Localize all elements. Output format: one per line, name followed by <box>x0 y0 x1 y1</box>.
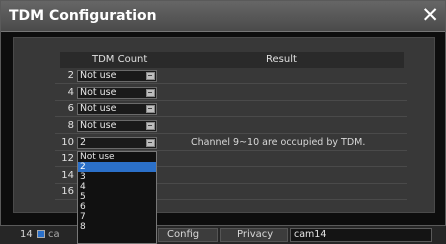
dropdown-arrow-icon[interactable] <box>146 122 155 130</box>
dropdown-option[interactable]: 3 <box>78 172 156 182</box>
tdm-count-select[interactable]: 2 <box>77 137 157 149</box>
dropdown-option[interactable]: 4 <box>78 182 156 192</box>
select-value: Not use <box>80 70 117 81</box>
dropdown-option-selected[interactable]: 2 <box>78 162 156 172</box>
camera-label: ca <box>48 229 60 240</box>
tdm-count-select[interactable]: Not use <box>77 87 157 99</box>
dropdown-arrow-icon[interactable] <box>146 89 155 97</box>
header-tdm-count: TDM Count <box>92 54 148 65</box>
dropdown-option[interactable]: Not use <box>78 152 156 162</box>
table-row: 4 Not use <box>55 86 407 101</box>
camera-number: 14 <box>20 229 33 240</box>
row-number: 6 <box>67 103 74 114</box>
tdm-count-select[interactable]: Not use <box>77 70 157 82</box>
camera-checkbox[interactable] <box>37 230 45 238</box>
tdm-count-dropdown-list[interactable]: Not use 2 3 4 5 6 7 8 <box>77 151 157 244</box>
table-row: 2 Not use <box>55 69 407 84</box>
dropdown-option[interactable]: 8 <box>78 222 156 232</box>
dropdown-option[interactable]: 5 <box>78 192 156 202</box>
config-button[interactable]: Config <box>158 228 218 242</box>
table-row: 10 2 Channel 9~10 are occupied by TDM. <box>55 136 407 151</box>
row-number: 12 <box>61 153 74 164</box>
close-icon[interactable]: ✕ <box>421 4 439 26</box>
result-text: Channel 9~10 are occupied by TDM. <box>191 137 366 148</box>
select-value: Not use <box>80 120 117 131</box>
select-value: 2 <box>80 137 87 148</box>
row-number: 16 <box>61 186 74 197</box>
title-bar: TDM Configuration ✕ <box>1 1 445 32</box>
select-value: Not use <box>80 103 117 114</box>
row-number: 10 <box>61 137 74 148</box>
table-row: 6 Not use <box>55 102 407 117</box>
dropdown-option[interactable]: 7 <box>78 212 156 222</box>
table-row: 8 Not use <box>55 119 407 134</box>
dropdown-option[interactable]: 6 <box>78 202 156 212</box>
window-title: TDM Configuration <box>9 8 157 24</box>
camera-name-input[interactable]: cam14 <box>290 228 432 242</box>
row-number: 2 <box>67 70 74 81</box>
privacy-button[interactable]: Privacy <box>220 228 288 242</box>
tdm-count-select[interactable]: Not use <box>77 120 157 132</box>
row-number: 4 <box>67 87 74 98</box>
dropdown-arrow-icon[interactable] <box>146 139 155 147</box>
dropdown-arrow-icon[interactable] <box>146 72 155 80</box>
row-number: 8 <box>67 120 74 131</box>
row-number: 14 <box>61 170 74 181</box>
dropdown-arrow-icon[interactable] <box>146 105 155 113</box>
tdm-count-select[interactable]: Not use <box>77 103 157 115</box>
header-result: Result <box>266 54 297 65</box>
select-value: Not use <box>80 87 117 98</box>
